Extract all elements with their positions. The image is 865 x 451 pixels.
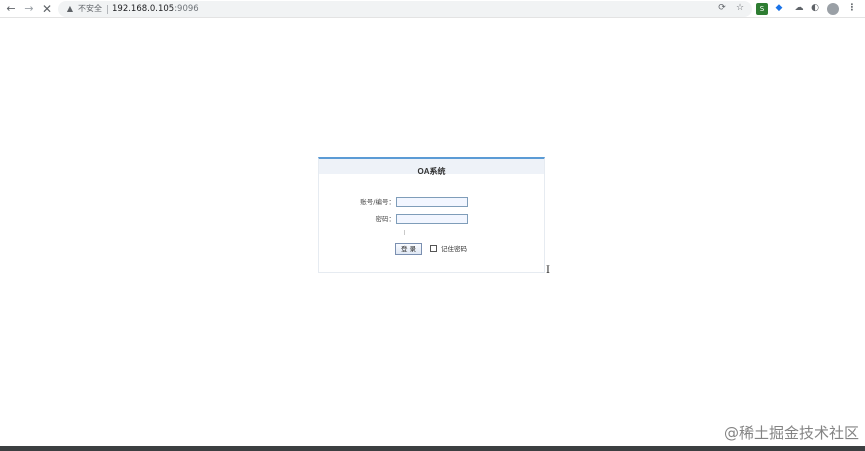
forward-icon[interactable]: →: [22, 2, 36, 16]
warning-icon[interactable]: ▲: [65, 3, 75, 13]
extension-green-icon[interactable]: S: [756, 3, 768, 15]
login-header: OA系统: [319, 159, 544, 176]
taskbar-strip: [0, 446, 865, 451]
url-port: :9096: [174, 4, 199, 14]
browser-toolbar: ← → ✕ ▲ 不安全 192.168.0.105:9096 ⟳ ☆ S ◆ ☁…: [0, 0, 865, 18]
bookmark-star-icon[interactable]: ☆: [734, 2, 746, 15]
extensions-puzzle-icon[interactable]: ◐: [809, 2, 821, 15]
extension-cloud-icon[interactable]: ☁: [793, 2, 805, 15]
actions-row: 登 录 记住密码: [319, 243, 544, 255]
watermark: @稀土掘金技术社区: [723, 424, 859, 442]
text-cursor-icon: I: [546, 265, 550, 276]
remember-password-label[interactable]: 记住密码: [441, 243, 467, 255]
menu-dots-icon[interactable]: ⋮: [846, 2, 858, 15]
password-input[interactable]: [396, 214, 468, 224]
login-button[interactable]: 登 录: [395, 243, 422, 255]
remember-password-checkbox[interactable]: [430, 245, 437, 252]
back-icon[interactable]: ←: [4, 2, 18, 16]
translate-icon[interactable]: ⟳: [716, 2, 728, 15]
text-caret: [404, 230, 405, 235]
password-row: 密码：: [319, 213, 544, 225]
security-status[interactable]: 不安全: [78, 3, 102, 15]
login-title: OA系统: [417, 167, 446, 176]
address-divider: [107, 5, 108, 14]
login-panel: OA系统 账号/编号： 密码： 登 录 记住密码: [318, 157, 545, 273]
url-text[interactable]: 192.168.0.105:9096: [112, 3, 199, 15]
stop-loading-icon[interactable]: ✕: [40, 2, 54, 16]
address-bar[interactable]: ▲ 不安全 192.168.0.105:9096: [58, 1, 752, 17]
url-host: 192.168.0.105: [112, 4, 175, 14]
password-label: 密码：: [375, 215, 396, 223]
account-row: 账号/编号：: [319, 196, 544, 208]
extension-blue-icon[interactable]: ◆: [773, 2, 785, 15]
profile-avatar-icon[interactable]: [827, 3, 839, 15]
account-label: 账号/编号：: [360, 198, 395, 206]
account-input[interactable]: [396, 197, 468, 207]
